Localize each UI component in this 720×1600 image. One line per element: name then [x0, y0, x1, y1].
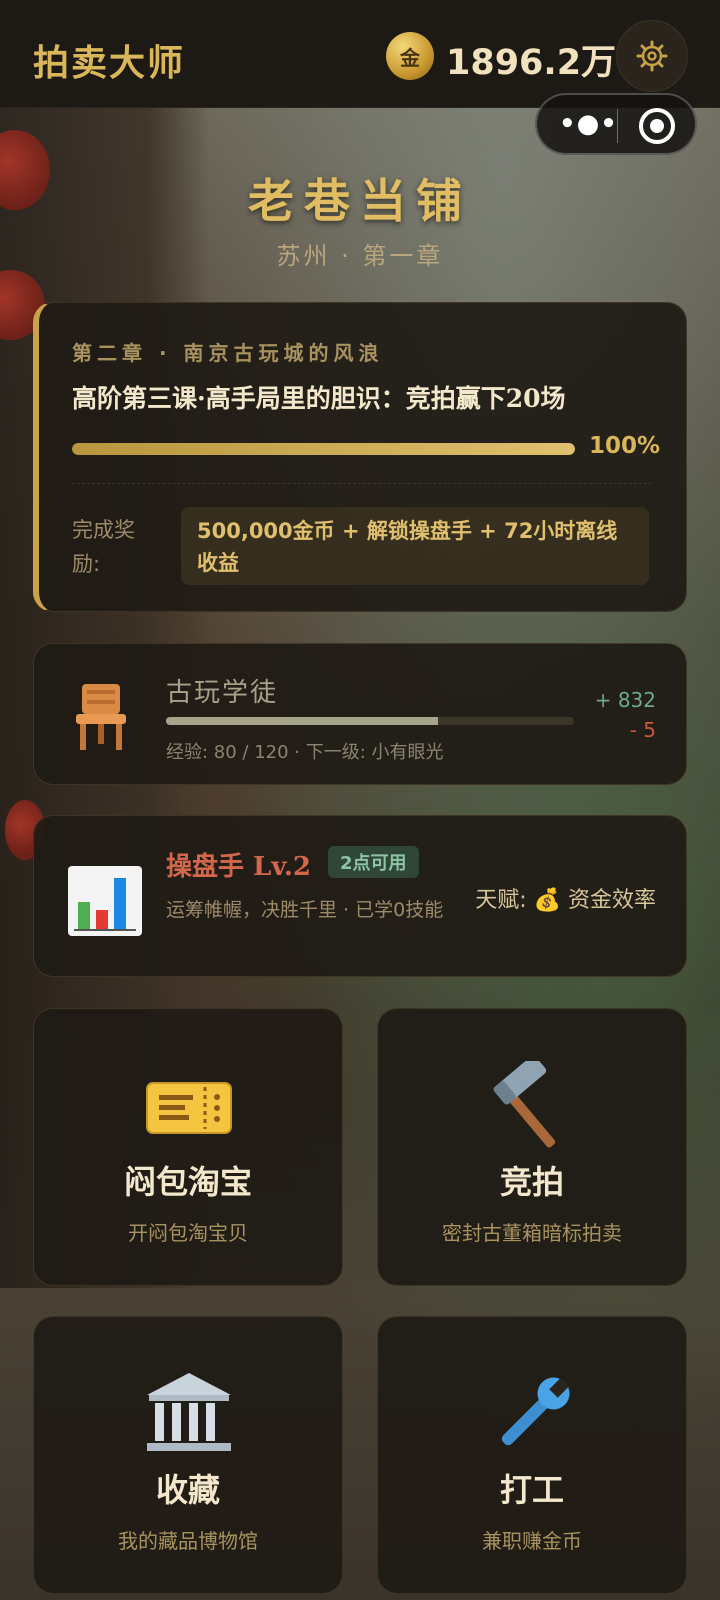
target-icon — [650, 119, 664, 133]
trader-card[interactable]: 操盘手 Lv.2 2点可用 运筹帷幄，决胜千里 · 已学0技能 天赋: 💰 资金… — [33, 815, 687, 977]
tile-subtitle: 我的藏品博物馆 — [118, 1529, 258, 1553]
reward-label: 完成奖励: — [72, 518, 135, 576]
auction-tile[interactable]: 竞拍 密封古董箱暗标拍卖 — [377, 1008, 687, 1286]
rank-card[interactable]: 古玩学徒 经验: 80 / 120 · 下一级: 小有眼光 + 832 - 5 — [33, 643, 687, 785]
quest-divider — [72, 483, 652, 484]
wrench-icon — [501, 1377, 570, 1446]
blind-box-tile[interactable]: 闷包淘宝 开闷包淘宝贝 — [33, 1008, 343, 1286]
quest-name: 高阶第三课·高手局里的胆识：竞拍赢下20场 — [72, 384, 566, 413]
gold-amount: 1896.2万 — [446, 43, 617, 83]
app-title: 拍卖大师 — [33, 42, 186, 84]
hammer-icon — [493, 1061, 556, 1148]
capsule-divider — [617, 109, 618, 143]
tile-title: 打工 — [499, 1471, 564, 1509]
trader-title: 操盘手 Lv.2 — [166, 852, 311, 882]
settings-button[interactable] — [616, 20, 688, 92]
ticket-icon — [146, 1082, 232, 1134]
trader-description: 运筹帷幄，决胜千里 · 已学0技能 — [166, 899, 444, 921]
reward-text: 500,000金币 + 解锁操盘手 + 72小时离线收益 — [181, 507, 649, 585]
quest-progress-bar — [72, 443, 575, 455]
tile-subtitle: 兼职赚金币 — [482, 1529, 582, 1553]
chair-icon — [76, 684, 126, 750]
trader-talent: 天赋: 💰 资金效率 — [475, 888, 656, 913]
rank-minus-value: - 5 — [629, 718, 656, 742]
bar-chart-icon — [68, 866, 142, 936]
exp-text: 经验: 80 / 120 · 下一级: 小有眼光 — [166, 742, 444, 763]
collection-tile[interactable]: 收藏 我的藏品博物馆 — [33, 1316, 343, 1594]
tile-title: 竞拍 — [499, 1163, 564, 1201]
tile-title: 闷包淘宝 — [123, 1163, 252, 1201]
miniprogram-capsule: •●• — [535, 93, 697, 155]
location-subtitle: 苏州 · 第一章 — [276, 242, 444, 270]
coin-icon: 金 — [386, 32, 434, 80]
museum-icon — [147, 1373, 231, 1451]
quest-chapter: 第二章 · 南京古玩城的风浪 — [72, 341, 384, 365]
gear-icon — [636, 40, 668, 72]
part-time-tile[interactable]: 打工 兼职赚金币 — [377, 1316, 687, 1594]
rank-plus-value: + 832 — [594, 688, 656, 712]
tile-subtitle: 开闷包淘宝贝 — [128, 1221, 248, 1245]
more-menu-button[interactable]: •●• — [559, 109, 618, 139]
quest-card[interactable]: 第二章 · 南京古玩城的风浪 高阶第三课·高手局里的胆识：竞拍赢下20场 100… — [33, 302, 687, 612]
close-miniprogram-button[interactable] — [639, 108, 675, 144]
tile-subtitle: 密封古董箱暗标拍卖 — [442, 1221, 622, 1245]
location-title: 老巷当铺 — [248, 174, 472, 228]
rank-title: 古玩学徒 — [166, 678, 279, 708]
exp-progress-bar — [166, 717, 574, 725]
skill-points-badge: 2点可用 — [328, 846, 419, 878]
quest-progress-fill — [72, 443, 575, 455]
exp-progress-fill — [166, 717, 438, 725]
quest-progress-percent: 100% — [588, 433, 660, 459]
tile-title: 收藏 — [155, 1471, 220, 1509]
top-bar: 拍卖大师 金 1896.2万 — [0, 0, 720, 108]
